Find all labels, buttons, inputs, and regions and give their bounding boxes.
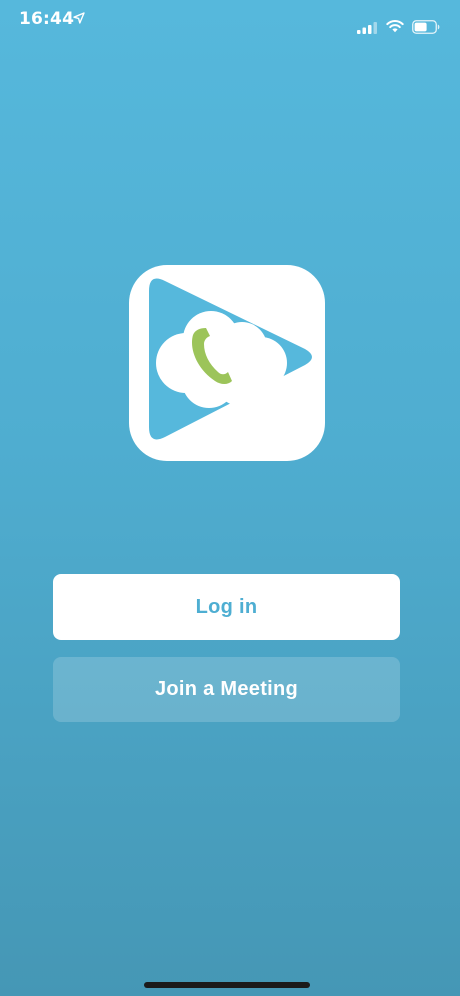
- login-button[interactable]: Log in: [53, 574, 400, 640]
- join-meeting-button[interactable]: Join a Meeting: [53, 657, 400, 722]
- home-indicator[interactable]: [144, 982, 310, 988]
- cellular-signal-icon: [357, 22, 377, 34]
- wifi-icon: [386, 20, 404, 33]
- login-button-label: Log in: [195, 595, 258, 618]
- app-logo-icon: [129, 265, 325, 461]
- app-screen: 16:44 Log in Join a Meeting: [0, 0, 460, 996]
- status-time: 16:44: [19, 9, 75, 29]
- status-bar: 16:44: [0, 0, 460, 44]
- location-arrow-icon: [73, 12, 85, 24]
- battery-icon: [412, 20, 440, 34]
- join-meeting-button-label: Join a Meeting: [154, 678, 299, 700]
